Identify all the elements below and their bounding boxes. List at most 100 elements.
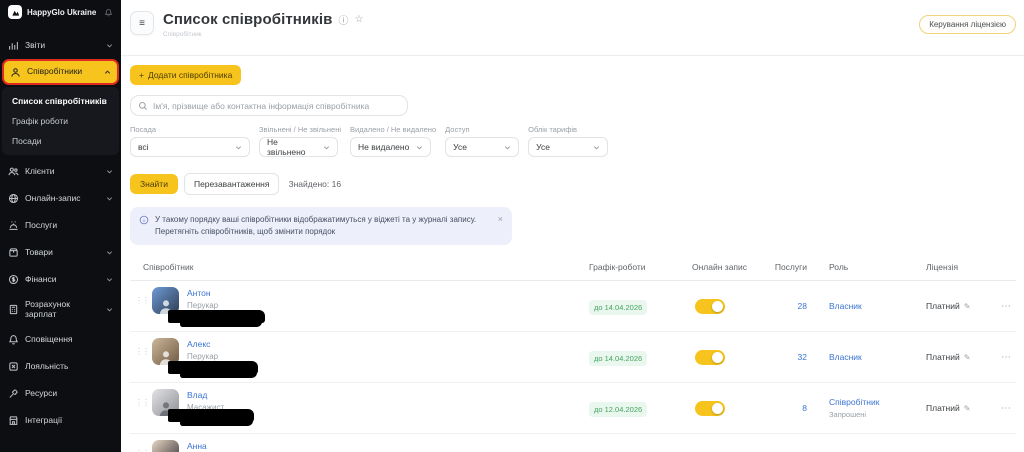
info-icon[interactable]: ⓘ xyxy=(338,12,348,27)
chevron-down-icon xyxy=(229,144,242,151)
employees-submenu: Список співробітників Графік роботи Поса… xyxy=(2,87,119,155)
chevron-down-icon xyxy=(106,249,113,256)
drag-handle[interactable]: ⋮⋮ xyxy=(135,338,144,356)
position-select[interactable]: всі xyxy=(130,137,250,157)
sidebar-item-goods[interactable]: Товари xyxy=(0,239,121,266)
find-button[interactable]: Знайти xyxy=(130,174,178,194)
role-subtext: Запрошені xyxy=(829,410,906,419)
role-link[interactable]: Власник xyxy=(829,352,906,362)
chevron-down-icon xyxy=(106,195,113,202)
add-employee-button[interactable]: + Додати співробітника xyxy=(130,65,241,85)
sidebar-item-resources[interactable]: Ресурси xyxy=(0,380,121,407)
sidebar-item-loyalty[interactable]: Лояльність xyxy=(0,353,121,380)
sidebar-item-payroll[interactable]: Розрахунок зарплат xyxy=(0,293,121,326)
license-value: Платний xyxy=(926,403,960,413)
reload-button[interactable]: Перезавантаження xyxy=(184,173,280,195)
submenu-item-work-schedule[interactable]: Графік роботи xyxy=(2,111,119,131)
sidebar-item-notifications[interactable]: Сповіщення xyxy=(0,326,121,353)
sidebar: HappyGlo Ukraine Звіти Співробітники Спи… xyxy=(0,0,121,452)
edit-pencil-icon[interactable]: ✎ xyxy=(964,404,971,413)
person-icon xyxy=(10,67,21,78)
dismissed-select[interactable]: Не звільнено xyxy=(259,137,338,157)
filter-access: Доступ Усе xyxy=(445,125,519,157)
info-circle-icon xyxy=(139,214,149,225)
services-count-link[interactable]: 28 xyxy=(763,301,813,311)
app-window: HappyGlo Ukraine Звіти Співробітники Спи… xyxy=(0,0,1024,452)
deleted-select[interactable]: Не видалено xyxy=(350,137,431,157)
employee-name-link[interactable]: Влад xyxy=(187,389,224,400)
services-count-link[interactable]: 8 xyxy=(763,403,813,413)
chevron-down-icon xyxy=(106,276,113,283)
found-count: Знайдено: 16 xyxy=(288,179,341,189)
banner-text: У такому порядку ваші співробітники відо… xyxy=(155,214,488,238)
chevron-down-icon xyxy=(410,144,423,151)
online-booking-toggle[interactable] xyxy=(695,299,725,314)
chart-icon xyxy=(8,40,19,51)
table-header: Співробітник Графік-роботи Онлайн запис … xyxy=(130,256,1016,281)
banner-close-icon[interactable]: × xyxy=(498,214,503,224)
online-booking-toggle[interactable] xyxy=(695,401,725,416)
chevron-down-icon xyxy=(317,144,330,151)
sidebar-item-services[interactable]: Послуги xyxy=(0,212,121,239)
role-link[interactable]: Співробітник xyxy=(829,397,906,407)
sidebar-item-integrations[interactable]: Інтеграції xyxy=(0,407,121,434)
filter-deleted: Видалено / Не видалено Не видалено xyxy=(350,125,436,157)
favorite-star-icon[interactable]: ☆ xyxy=(354,14,363,25)
employee-position: Перукар xyxy=(187,352,218,361)
employee-search xyxy=(130,95,408,116)
sidebar-nav: Звіти Співробітники Список співробітникі… xyxy=(0,24,121,434)
license-value: Платний xyxy=(926,301,960,311)
services-count-link[interactable]: 32 xyxy=(763,352,813,362)
table-row: ⋮⋮ Анна Косметолог до 14.04.2026 21 Запр… xyxy=(130,434,1016,452)
tariffs-select[interactable]: Усе xyxy=(528,137,608,157)
row-menu-button[interactable]: ⋯ xyxy=(996,352,1016,363)
sidebar-item-finances[interactable]: Фінанси xyxy=(0,266,121,293)
plus-icon: + xyxy=(139,70,144,80)
schedule-badge[interactable]: до 14.04.2026 xyxy=(589,351,647,366)
drag-handle[interactable]: ⋮⋮ xyxy=(135,440,144,452)
redacted-contact-info xyxy=(168,310,265,323)
role-link[interactable]: Власник xyxy=(829,301,906,311)
chevron-down-icon xyxy=(106,168,113,175)
access-select[interactable]: Усе xyxy=(445,137,519,157)
col-schedule: Графік-роботи xyxy=(585,262,677,272)
service-bell-icon xyxy=(8,220,19,231)
menu-toggle-button[interactable]: ≡ xyxy=(130,11,154,35)
col-employee: Співробітник xyxy=(130,262,585,272)
page-header: ≡ Список співробітників ⓘ ☆ Співробітник… xyxy=(121,0,1024,56)
page-title: Список співробітників xyxy=(163,11,332,28)
manage-license-button[interactable]: Керування ліцензією xyxy=(919,15,1016,34)
edit-pencil-icon[interactable]: ✎ xyxy=(964,353,971,362)
filter-dismissed: Звільнені / Не звільнені Не звільнено xyxy=(259,125,341,157)
sidebar-item-employees[interactable]: Співробітники xyxy=(2,59,119,85)
online-booking-toggle[interactable] xyxy=(695,350,725,365)
sidebar-item-clients[interactable]: Клієнти xyxy=(0,158,121,185)
col-role: Роль xyxy=(813,262,906,272)
employee-name-link[interactable]: Анна xyxy=(187,440,230,451)
submenu-item-employee-list[interactable]: Список співробітників xyxy=(2,91,119,111)
chevron-up-icon xyxy=(104,69,111,76)
row-menu-button[interactable]: ⋯ xyxy=(996,403,1016,414)
hammer-icon xyxy=(8,388,19,399)
schedule-badge[interactable]: до 12.04.2026 xyxy=(589,402,647,417)
chevron-down-icon xyxy=(106,306,113,313)
drag-handle[interactable]: ⋮⋮ xyxy=(135,287,144,305)
title-block: Список співробітників ⓘ ☆ Співробітник xyxy=(163,11,363,38)
edit-pencil-icon[interactable]: ✎ xyxy=(964,302,971,311)
notification-bell-icon[interactable] xyxy=(104,8,113,17)
employee-name-link[interactable]: Антон xyxy=(187,287,218,298)
drag-handle[interactable]: ⋮⋮ xyxy=(135,389,144,407)
filter-position: Посада всі xyxy=(130,125,250,157)
avatar xyxy=(152,440,179,452)
employees-table: Співробітник Графік-роботи Онлайн запис … xyxy=(130,256,1016,452)
sidebar-item-online-booking[interactable]: Онлайн-запис xyxy=(0,185,121,212)
submenu-item-positions[interactable]: Посади xyxy=(2,131,119,151)
sidebar-item-reports[interactable]: Звіти xyxy=(0,32,121,59)
brand-row: HappyGlo Ukraine xyxy=(0,0,121,24)
employee-name-link[interactable]: Алекс xyxy=(187,338,218,349)
redacted-contact-info xyxy=(168,361,258,374)
row-menu-button[interactable]: ⋯ xyxy=(996,301,1016,312)
search-input[interactable] xyxy=(153,101,400,111)
schedule-badge[interactable]: до 14.04.2026 xyxy=(589,300,647,315)
main-content: + Додати співробітника Посада всі Звільн… xyxy=(121,56,1024,452)
